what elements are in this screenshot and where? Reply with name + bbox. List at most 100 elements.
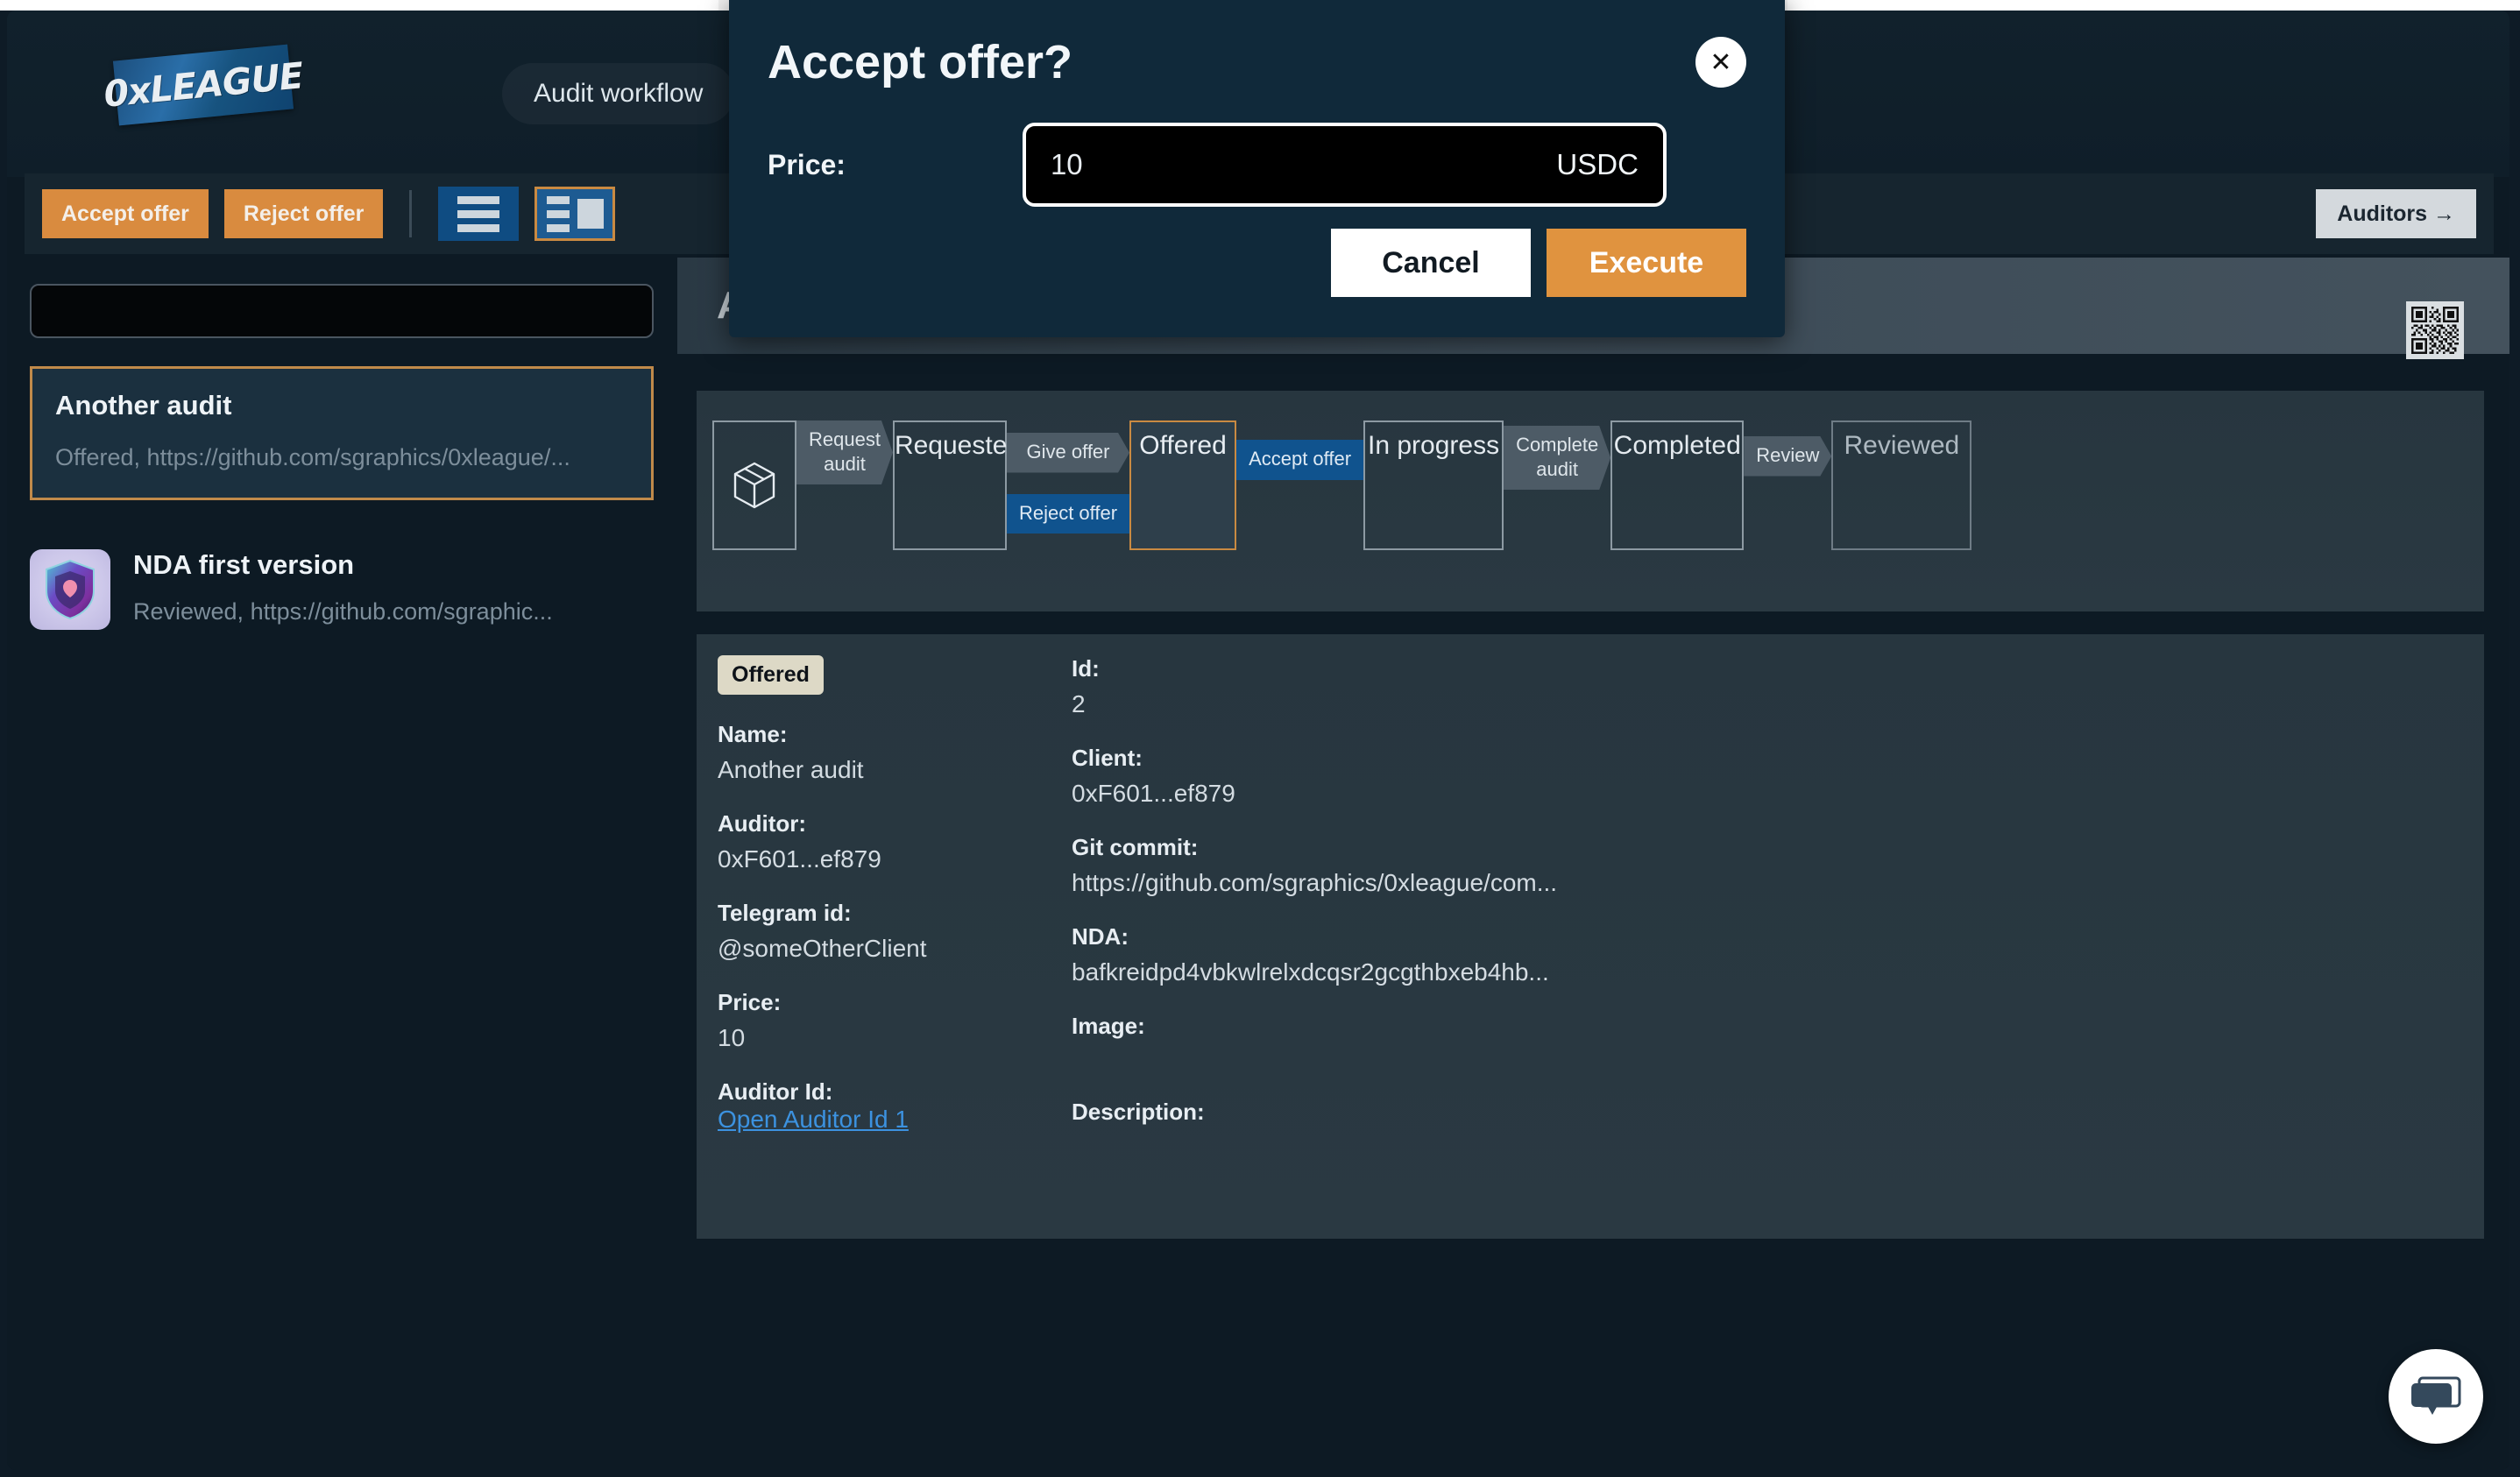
modal-title: Accept offer? [768, 36, 1073, 88]
status-badge: Offered [718, 655, 824, 695]
workflow-diagram-card: Request audit Requested Give offer Rejec… [697, 391, 2484, 611]
workflow-node-start[interactable] [712, 420, 796, 550]
workflow-transition-label[interactable]: Request audit [796, 420, 893, 484]
list-item-title: NDA first version [133, 549, 355, 580]
field-value: bafkreidpd4vbkwlrelxdcqsr2gcgthbxeb4hb..… [1072, 958, 1549, 986]
qr-code-icon[interactable] [2406, 301, 2464, 359]
main-content: Another audit [677, 258, 2509, 1470]
workflow-node-label: Requested [894, 431, 1023, 460]
field-label: Name: [718, 721, 788, 747]
screen-root: 0xLEAGUE Audit workflow Accept offer Rej… [0, 0, 2520, 1477]
field-label: Git commit: [1072, 834, 1199, 860]
field-value [1072, 1134, 2461, 1158]
workflow-selector-label: Audit workflow [534, 79, 704, 108]
list-item-body: NDA first version Reviewed, https://gith… [133, 549, 631, 625]
accept-offer-modal: Accept offer? ✕ Price: USDC Cancel Execu… [729, 0, 1785, 337]
package-cube-icon [733, 462, 775, 509]
workflow-edge: Accept offer [1236, 420, 1364, 550]
workflow-transition-label[interactable]: Review [1744, 436, 1831, 477]
split-view-button[interactable] [534, 187, 616, 241]
field-telegram-id: Telegram id: @someOtherClient [718, 900, 1063, 963]
open-auditor-id-link[interactable]: Open Auditor Id 1 [718, 1106, 909, 1133]
field-value: @someOtherClient [718, 935, 927, 962]
toolbar-divider [409, 190, 413, 237]
workflow-node-requested[interactable]: Requested [892, 420, 1023, 550]
accept-offer-button[interactable]: Accept offer [42, 189, 209, 238]
workflow-edge: Give offer Reject offer [1006, 420, 1130, 550]
list-item[interactable]: NDA first version Reviewed, https://gith… [30, 528, 654, 656]
field-label: Price: [718, 989, 782, 1015]
workflow-edge: Review [1744, 420, 1831, 550]
qr-code-svg [2411, 307, 2459, 354]
modal-actions: Cancel Execute [1331, 229, 1746, 297]
field-label: Description: [1072, 1099, 1205, 1125]
field-label: Auditor: [718, 810, 807, 837]
cancel-button[interactable]: Cancel [1331, 229, 1531, 297]
audit-detail-card: Offered Name: Another audit Auditor: 0xF… [697, 634, 2484, 1239]
field-value: 0xF601...ef879 [718, 845, 881, 873]
field-label: Telegram id: [718, 900, 852, 926]
field-value: https://github.com/sgraphics/0xleague/co… [1072, 869, 1558, 896]
price-currency-label: USDC [1556, 148, 1639, 180]
sidebar: Another audit Offered, https://github.co… [7, 258, 677, 1470]
list-item-subtitle: Reviewed, https://github.com/sgraphic... [133, 598, 553, 625]
field-label: Auditor Id: [718, 1078, 833, 1105]
app-logo[interactable]: 0xLEAGUE [102, 44, 305, 126]
workflow-transition-label[interactable]: Reject offer [1006, 493, 1130, 534]
workflow-node-label: Reviewed [1844, 431, 1960, 460]
workflow-edge: Complete audit [1504, 420, 1610, 550]
field-value: Another audit [718, 756, 864, 783]
field-value: 0xF601...ef879 [1072, 780, 1235, 807]
list-item-subtitle: Offered, https://github.com/sgraphics/0x… [55, 444, 570, 470]
field-value: 10 [718, 1024, 746, 1051]
body-area: Another audit Offered, https://github.co… [7, 258, 2509, 1470]
field-value: 2 [1072, 690, 1086, 717]
workflow-edge: Request audit [796, 420, 893, 550]
auditors-button[interactable]: Auditors → [2316, 189, 2476, 238]
split-view-icon [546, 195, 604, 232]
field-label: Id: [1072, 655, 1100, 682]
detail-column-right: Id: 2 Client: 0xF601...ef879 Git commit:… [1072, 655, 2461, 1158]
modal-price-row: Price: USDC [768, 123, 1746, 207]
list-view-button[interactable] [438, 187, 520, 241]
execute-button[interactable]: Execute [1547, 229, 1746, 297]
workflow-transition-label[interactable]: Complete audit [1504, 426, 1610, 490]
workflow-node-completed[interactable]: Completed [1610, 420, 1745, 550]
workflow-node-reviewed[interactable]: Reviewed [1831, 420, 1972, 550]
price-input[interactable] [1050, 148, 1557, 181]
price-label: Price: [768, 148, 846, 180]
list-item-title: Another audit [55, 390, 232, 420]
workflow-selector-pill[interactable]: Audit workflow [502, 63, 735, 124]
workflow-node-label: Completed [1613, 431, 1741, 460]
workflow-diagram: Request audit Requested Give offer Rejec… [712, 420, 1972, 550]
chat-widget-button[interactable] [2389, 1349, 2483, 1444]
list-item[interactable]: Another audit Offered, https://github.co… [30, 366, 654, 500]
list-view-icon [457, 195, 500, 232]
field-auditor: Auditor: 0xF601...ef879 [718, 810, 1063, 873]
field-label: NDA: [1072, 923, 1129, 950]
audit-detail-grid: Offered Name: Another audit Auditor: 0xF… [718, 655, 2461, 1158]
workflow-node-in-progress[interactable]: In progress [1363, 420, 1504, 550]
field-price: Price: 10 [718, 989, 1063, 1052]
field-name: Name: Another audit [718, 721, 1063, 784]
workflow-transition-label[interactable]: Accept offer [1236, 440, 1364, 480]
field-nda: NDA: bafkreidpd4vbkwlrelxdcqsr2gcgthbxeb… [1072, 923, 2461, 986]
search-input[interactable] [30, 284, 654, 338]
field-image: Image: [1072, 1013, 2461, 1072]
field-description: Description: [1072, 1099, 2461, 1158]
field-id: Id: 2 [1072, 655, 2461, 718]
field-label: Image: [1072, 1013, 1145, 1039]
field-value [1072, 1048, 2461, 1072]
workflow-node-label: Offered [1139, 431, 1227, 460]
app-logo-text: 0xLEAGUE [102, 54, 305, 116]
close-icon[interactable]: ✕ [1695, 37, 1746, 88]
field-client: Client: 0xF601...ef879 [1072, 745, 2461, 808]
field-git-commit: Git commit: https://github.com/sgraphics… [1072, 834, 2461, 897]
workflow-node-label: In progress [1368, 431, 1500, 460]
workflow-transition-label[interactable]: Give offer [1007, 433, 1129, 473]
reject-offer-button[interactable]: Reject offer [223, 189, 384, 238]
chat-bubble-icon [2411, 1376, 2461, 1415]
workflow-node-offered[interactable]: Offered [1129, 420, 1237, 550]
shield-thumbnail [30, 549, 110, 630]
detail-column-left: Offered Name: Another audit Auditor: 0xF… [718, 655, 1072, 1158]
